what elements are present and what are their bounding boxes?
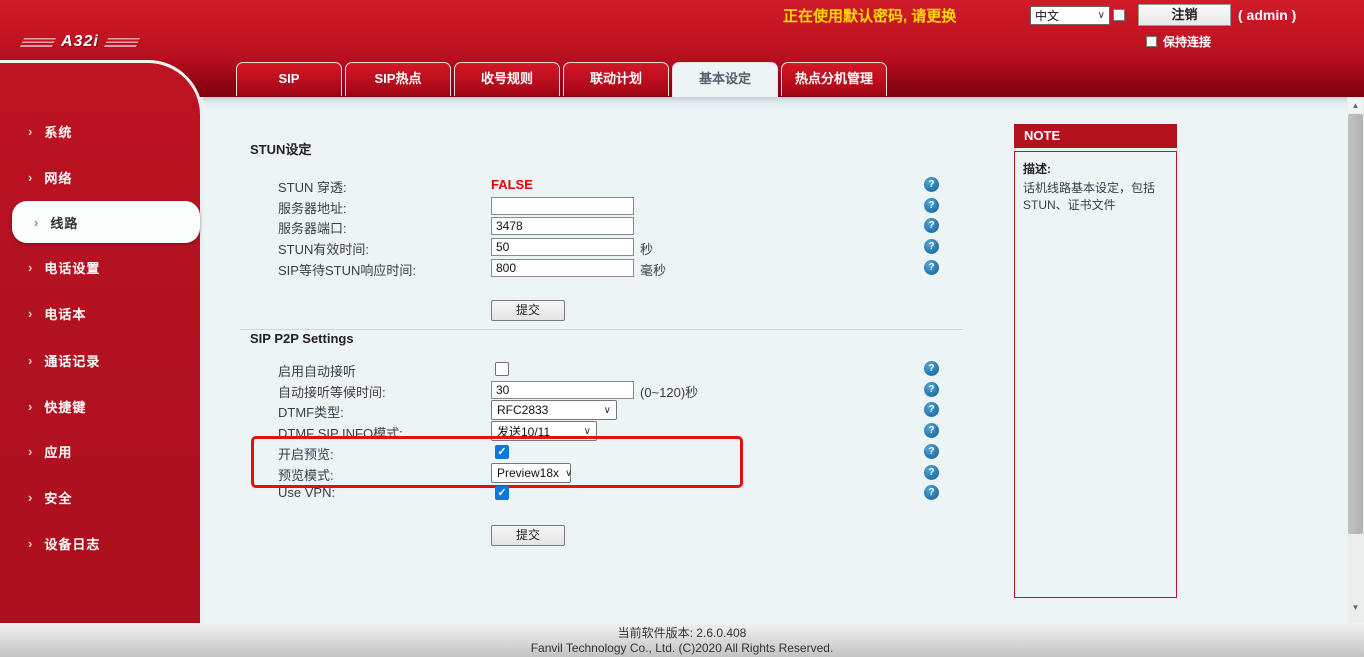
auto-answer-wait-label: 自动接听等候时间: (278, 382, 386, 401)
scrollbar-thumb[interactable] (1348, 114, 1363, 534)
copyright: Fanvil Technology Co., Ltd. (C)2020 All … (0, 641, 1364, 656)
note-panel-body: 描述: 话机线路基本设定，包括STUN、证书文件 (1014, 151, 1177, 598)
brand-logo: A32i (22, 33, 138, 51)
help-icon[interactable]: ? (924, 444, 939, 459)
note-desc-label: 描述: (1023, 161, 1168, 178)
help-icon[interactable]: ? (924, 361, 939, 376)
speed-lines-icon (104, 38, 140, 47)
tab-sip[interactable]: SIP (236, 62, 342, 96)
chevron-right-icon: › (28, 445, 32, 458)
help-icon[interactable]: ? (924, 465, 939, 480)
server-address-input[interactable] (491, 197, 634, 215)
help-icon[interactable]: ? (924, 260, 939, 275)
section-divider (240, 329, 963, 330)
keep-connected-row: 保持连接 (1146, 33, 1211, 50)
logged-in-user: ( admin ) (1238, 7, 1296, 23)
server-port-label: 服务器端口: (278, 218, 347, 237)
sidebar-item-function-key[interactable]: › 快捷键 (0, 388, 200, 424)
p2p-section-title: SIP P2P Settings (250, 331, 354, 346)
sidebar-item-system[interactable]: › 系统 (0, 113, 200, 149)
stun-penetrate-label: STUN 穿透: (278, 177, 347, 196)
help-icon[interactable]: ? (924, 402, 939, 417)
stun-effective-time-unit: 秒 (640, 239, 653, 258)
default-password-warning: 正在使用默认密码, 请更换 (783, 5, 956, 26)
language-select[interactable]: 中文 ∨ (1030, 6, 1110, 25)
use-vpn-checkbox[interactable]: ✓ (495, 486, 509, 500)
check-icon: ✓ (496, 487, 508, 500)
chevron-right-icon: › (28, 171, 32, 184)
chevron-down-icon: ∨ (1098, 10, 1105, 21)
chevron-right-icon: › (28, 354, 32, 367)
page-footer: 当前软件版本: 2.6.0.408 Fanvil Technology Co.,… (0, 623, 1364, 657)
chevron-right-icon: › (28, 307, 32, 320)
phone-config-page: A32i 正在使用默认密码, 请更换 中文 ∨ 注销 ( admin ) 保持连… (0, 0, 1364, 657)
auto-answer-checkbox[interactable]: ✓ (495, 362, 509, 376)
dtmf-type-value: RFC2833 (497, 403, 548, 417)
server-port-input[interactable] (491, 217, 634, 235)
tab-sip-hotspot[interactable]: SIP热点 (345, 62, 451, 96)
preview-highlight-annotation (251, 436, 743, 488)
sidebar-item-application[interactable]: › 应用 (0, 433, 200, 469)
dtmf-type-label: DTMF类型: (278, 402, 344, 421)
sidebar-item-phonebook[interactable]: › 电话本 (0, 295, 200, 331)
help-icon[interactable]: ? (924, 423, 939, 438)
chevron-right-icon: › (28, 400, 32, 413)
sidebar-item-security[interactable]: › 安全 (0, 479, 200, 515)
logout-button[interactable]: 注销 (1138, 4, 1231, 26)
sip-wait-stun-input[interactable] (491, 259, 634, 277)
stun-penetrate-value: FALSE (491, 177, 533, 192)
tab-basic-settings[interactable]: 基本设定 (672, 62, 778, 97)
server-address-label: 服务器地址: (278, 198, 347, 217)
chevron-right-icon: › (34, 216, 38, 229)
scroll-down-button[interactable]: ▼ (1348, 601, 1363, 615)
stun-submit-button[interactable]: 提交 (491, 300, 565, 321)
sidebar-item-call-logs[interactable]: › 通话记录 (0, 342, 200, 378)
stun-effective-time-input[interactable] (491, 238, 634, 256)
help-icon[interactable]: ? (924, 485, 939, 500)
note-desc-text: 话机线路基本设定，包括STUN、证书文件 (1023, 180, 1168, 214)
auto-answer-wait-unit: (0~120)秒 (640, 382, 698, 401)
help-icon[interactable]: ? (924, 218, 939, 233)
speed-lines-icon (20, 38, 56, 47)
sidebar-item-phone-settings[interactable]: › 电话设置 (0, 249, 200, 285)
sidebar-nav: › 系统 › 网络 › 线路 › 电话设置 › 电话本 › 通话记录 › 快捷键… (0, 60, 203, 623)
enable-preview-checkbox[interactable]: ✓ (495, 445, 509, 459)
header-checkbox[interactable] (1113, 9, 1125, 21)
dtmf-type-select[interactable]: RFC2833 ∨ (491, 400, 617, 420)
auto-answer-label: 启用自动接听 (278, 361, 356, 380)
p2p-submit-button[interactable]: 提交 (491, 525, 565, 546)
note-panel-header: NOTE (1014, 124, 1177, 148)
help-icon[interactable]: ? (924, 198, 939, 213)
sip-wait-stun-label: SIP等待STUN响应时间: (278, 260, 416, 279)
stun-effective-time-label: STUN有效时间: (278, 239, 369, 258)
scroll-up-button[interactable]: ▲ (1348, 99, 1363, 113)
help-icon[interactable]: ? (924, 382, 939, 397)
sidebar-item-device-log[interactable]: › 设备日志 (0, 525, 200, 561)
auto-answer-wait-input[interactable] (491, 381, 634, 399)
keep-connected-label: 保持连接 (1163, 33, 1211, 50)
help-icon[interactable]: ? (924, 239, 939, 254)
tab-action-plan[interactable]: 联动计划 (563, 62, 669, 96)
sip-wait-stun-unit: 毫秒 (640, 260, 666, 279)
chevron-down-icon: ∨ (584, 426, 591, 437)
sidebar-item-line[interactable]: › 线路 (12, 201, 200, 243)
help-icon[interactable]: ? (924, 177, 939, 192)
tab-hotspot-managed[interactable]: 热点分机管理 (781, 62, 887, 96)
chevron-down-icon: ∨ (604, 405, 611, 416)
chevron-right-icon: › (28, 537, 32, 550)
chevron-right-icon: › (28, 261, 32, 274)
sidebar-item-network[interactable]: › 网络 (0, 159, 200, 195)
check-icon: ✓ (496, 446, 508, 459)
chevron-right-icon: › (28, 491, 32, 504)
keep-connected-checkbox[interactable] (1146, 36, 1157, 47)
tab-dial-plan[interactable]: 收号规则 (454, 62, 560, 96)
stun-section-title: STUN设定 (250, 139, 311, 158)
language-select-value: 中文 (1035, 7, 1059, 24)
software-version: 当前软件版本: 2.6.0.408 (0, 626, 1364, 641)
model-name: A32i (61, 33, 99, 51)
chevron-right-icon: › (28, 125, 32, 138)
